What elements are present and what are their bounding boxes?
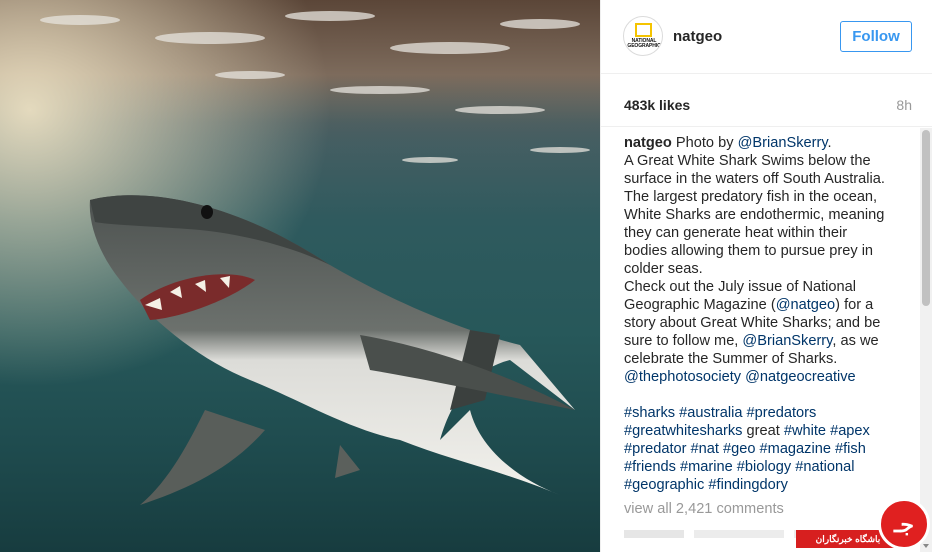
hashtag-link[interactable]: #predator <box>624 441 686 457</box>
caption: natgeo Photo by @BrianSkerry. A Great Wh… <box>624 134 894 518</box>
hashtag-link[interactable]: #australia <box>679 405 742 421</box>
hashtag-link[interactable]: #geographic <box>624 477 704 493</box>
hashtag-link[interactable]: #friends <box>624 459 676 475</box>
watermark-logo-glyph: جـ <box>893 512 915 537</box>
caption-text: . <box>827 135 832 151</box>
hashtag-link[interactable]: #fish <box>835 441 866 457</box>
hashtag-link[interactable]: #sharks <box>624 405 675 421</box>
post-photo[interactable] <box>0 0 600 552</box>
caption-paragraph: A Great White Shark Swims below the surf… <box>624 153 885 277</box>
hashtag-link[interactable]: #marine <box>680 459 733 475</box>
scrollbar-thumb[interactable] <box>922 130 930 306</box>
hashtag-link[interactable]: #apex <box>830 423 870 439</box>
caption-scroll-area[interactable]: natgeo Photo by @BrianSkerry. A Great Wh… <box>601 128 917 552</box>
caption-text: Photo by <box>675 135 738 151</box>
likes-count[interactable]: 483k likes <box>624 97 690 113</box>
watermark-logo-icon: جـ <box>878 498 930 550</box>
caption-text: great <box>746 423 780 439</box>
mention-link[interactable]: @natgeo <box>776 297 835 313</box>
mention-link[interactable]: @natgeocreative <box>745 369 856 385</box>
hashtag-link[interactable]: #geo <box>723 441 755 457</box>
avatar-logo-text: NATIONAL GEOGRAPHIC <box>627 38 661 49</box>
hashtag-link[interactable]: #findingdory <box>708 477 788 493</box>
likes-row: 483k likes 8h <box>601 74 932 127</box>
hashtag-link[interactable]: #national <box>795 459 854 475</box>
username-link[interactable]: natgeo <box>673 28 722 45</box>
shark-image <box>0 0 600 552</box>
mention-link[interactable]: @BrianSkerry <box>738 135 828 151</box>
watermark: باشگاه خبرنگاران جـ <box>796 496 932 552</box>
caption-scrollbar[interactable] <box>920 128 932 552</box>
hashtag-link[interactable]: #white <box>784 423 826 439</box>
follow-button[interactable]: Follow <box>840 21 912 52</box>
caption-author[interactable]: natgeo <box>624 135 672 151</box>
hashtag-link[interactable]: #magazine <box>760 441 831 457</box>
hashtag-link[interactable]: #predators <box>747 405 817 421</box>
mention-link[interactable]: @thephotosociety <box>624 369 741 385</box>
post-timestamp[interactable]: 8h <box>896 97 912 113</box>
caption-gap <box>624 386 894 404</box>
mention-link[interactable]: @BrianSkerry <box>742 333 832 349</box>
avatar[interactable]: NATIONAL GEOGRAPHIC <box>623 16 663 56</box>
post-header: NATIONAL GEOGRAPHIC natgeo Follow <box>601 0 932 74</box>
hashtag-link[interactable]: #nat <box>691 441 719 457</box>
hashtag-block: #sharks #australia #predators #greatwhit… <box>624 404 894 494</box>
hashtag-link[interactable]: #biology <box>737 459 791 475</box>
post-detail-panel: NATIONAL GEOGRAPHIC natgeo Follow 483k l… <box>600 0 932 552</box>
natgeo-logo-icon <box>635 23 652 37</box>
hashtag-link[interactable]: #greatwhitesharks <box>624 423 742 439</box>
